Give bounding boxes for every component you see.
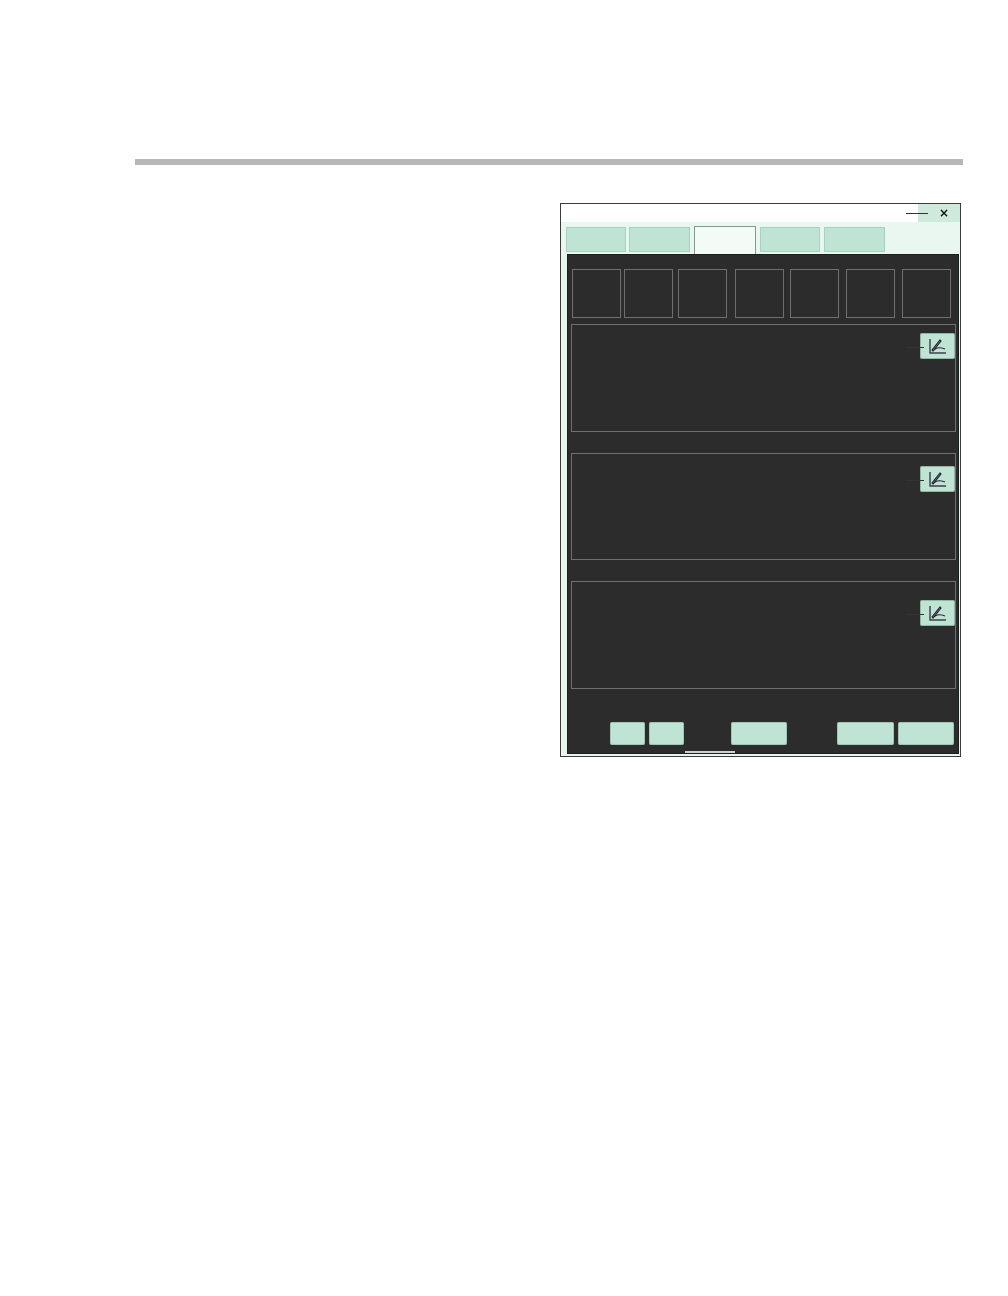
section-3 [571,581,956,689]
callout-line-edit-2 [906,480,924,481]
edit-chart-icon [928,339,946,354]
section-3-edit-button[interactable] [920,600,955,626]
value-cell-3[interactable] [678,269,727,318]
edit-chart-icon [928,472,946,487]
app-window: × [560,203,961,757]
callout-line-close [906,213,928,214]
value-cell-4[interactable] [735,269,784,318]
title-bar: × [561,204,960,222]
bottom-button-1[interactable] [610,722,645,745]
tab-4[interactable] [760,227,820,252]
tab-5[interactable] [824,227,885,252]
section-2 [571,453,956,560]
edit-chart-icon [928,606,946,621]
header-rule [135,159,963,165]
value-cell-5[interactable] [790,269,839,318]
bottom-button-2[interactable] [649,722,684,745]
value-cell-7[interactable] [902,269,951,318]
callout-line-edit-1 [906,347,924,348]
value-cell-6[interactable] [846,269,895,318]
callout-line-edit-3 [906,614,924,615]
bottom-button-5[interactable] [898,722,954,745]
scroll-indicator [685,751,735,753]
bottom-button-4[interactable] [837,722,894,745]
section-2-edit-button[interactable] [920,466,955,492]
section-1-edit-button[interactable] [920,333,955,359]
close-icon: × [938,206,950,220]
bottom-button-3[interactable] [731,722,787,745]
section-1 [571,324,956,432]
content-panel [567,254,959,754]
value-cell-2[interactable] [624,269,673,318]
tab-2[interactable] [629,227,690,252]
tab-strip [561,222,960,256]
tab-1[interactable] [566,227,626,252]
value-cell-1[interactable] [572,269,621,318]
tab-3-active[interactable] [694,226,756,254]
